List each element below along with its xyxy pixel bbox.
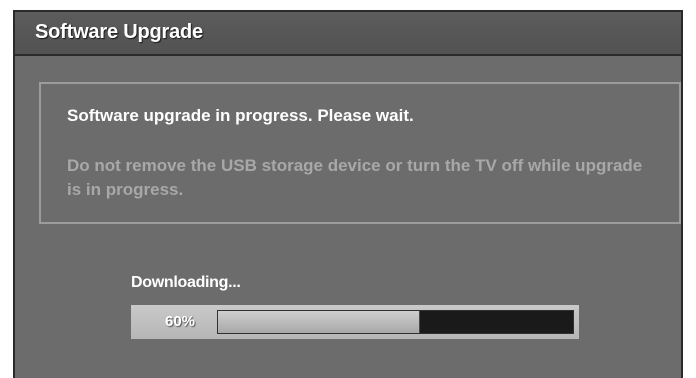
message-box: Software upgrade in progress. Please wai… [39,82,681,224]
progress-bar: 60% [131,305,579,339]
download-status: Downloading... [131,274,241,291]
title-bar: Software Upgrade [15,12,681,56]
progress-message: Software upgrade in progress. Please wai… [67,106,414,125]
dialog-title: Software Upgrade [35,21,203,43]
progress-percent: 60% [165,313,196,330]
warning-message: Do not remove the USB storage device or … [67,156,643,199]
upgrade-dialog: Software Upgrade Software upgrade in pro… [13,10,683,378]
progress-fill [218,311,421,333]
progress-track [217,310,574,334]
